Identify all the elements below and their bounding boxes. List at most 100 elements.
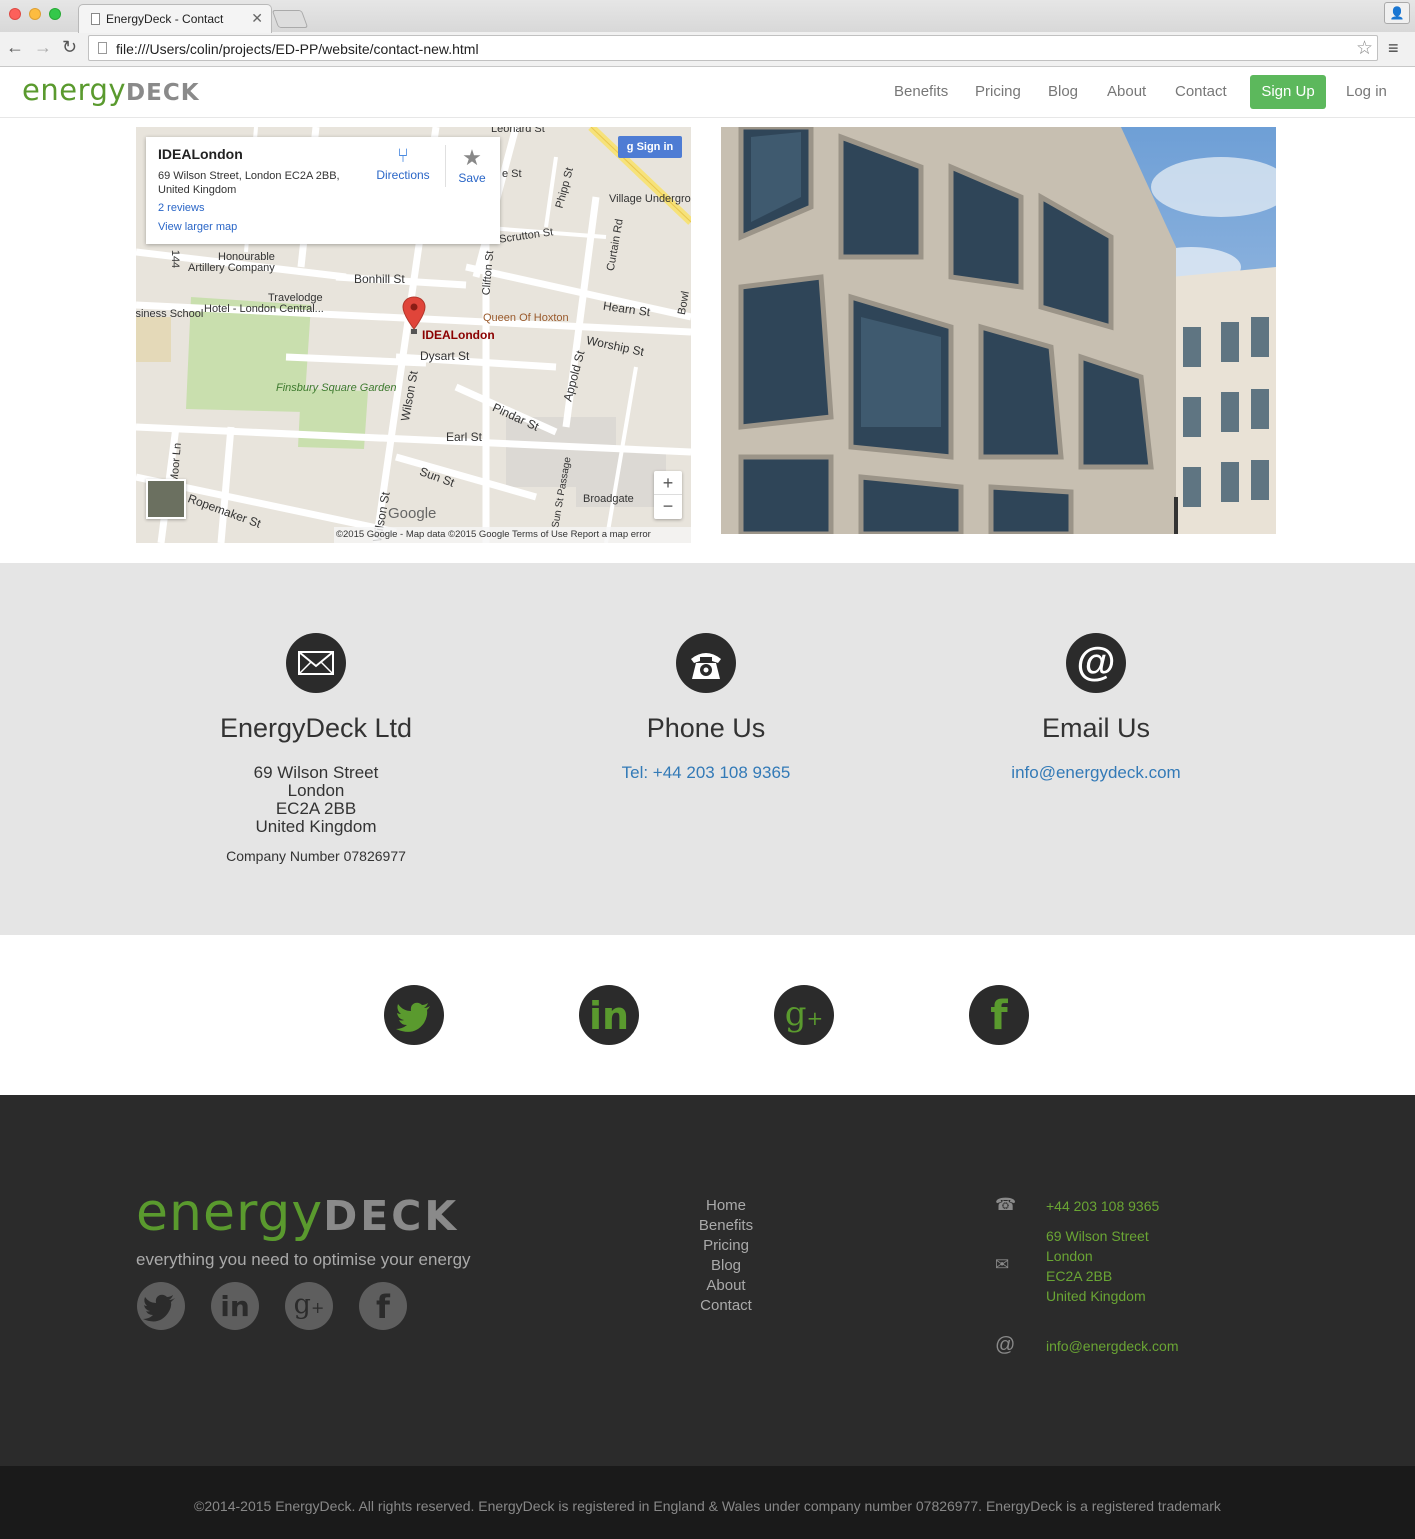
site-navbar: energyDECK Benefits Pricing Blog About C… — [0, 67, 1415, 118]
map-label: Dysart St — [420, 349, 470, 363]
googleplus-icon: g+ — [293, 1289, 325, 1320]
footer-googleplus-button[interactable]: g+ — [285, 1282, 333, 1330]
company-title: EnergyDeck Ltd — [219, 713, 413, 743]
logo-deck: DECK — [126, 80, 200, 106]
linkedin-icon: in — [220, 1290, 250, 1323]
map-label: Queen Of Hoxton — [483, 312, 569, 324]
signup-button[interactable]: Sign Up — [1250, 75, 1326, 109]
forward-icon[interactable]: → — [34, 37, 52, 58]
satellite-toggle[interactable] — [146, 479, 186, 519]
footer-logo[interactable]: energyDECK — [136, 1187, 459, 1242]
contact-section: EnergyDeck Ltd 69 Wilson Street London E… — [0, 563, 1415, 935]
directions-label: Directions — [376, 168, 430, 182]
copyright-bar: ©2014-2015 EnergyDeck. All rights reserv… — [0, 1466, 1415, 1539]
building-illustration — [721, 127, 1276, 534]
email-link[interactable]: info@energydeck.com — [936, 764, 1256, 782]
profile-icon[interactable]: 👤 — [1384, 2, 1410, 24]
menu-icon[interactable]: ≡ — [1388, 38, 1399, 59]
bookmark-star-icon[interactable]: ☆ — [1356, 37, 1373, 60]
map-label: Artillery Company — [188, 262, 275, 274]
linkedin-icon: in — [588, 994, 630, 1038]
footer-at-icon: @ — [995, 1334, 1016, 1356]
close-window-button[interactable] — [9, 8, 21, 20]
place-card: IDEALondon 69 Wilson Street, London EC2A… — [146, 137, 500, 244]
twitter-button[interactable] — [384, 985, 444, 1045]
footer-twitter-button[interactable] — [137, 1282, 185, 1330]
footer-logo-energy: energy — [136, 1183, 324, 1243]
zoom-out-button[interactable]: − — [654, 495, 682, 519]
footer-envelope-icon: ✉ — [995, 1255, 1010, 1274]
tab-strip: EnergyDeck - Contact ✕ 👤 — [0, 0, 1415, 33]
email-title: Email Us — [1041, 713, 1150, 743]
logo[interactable]: energyDECK — [22, 73, 200, 107]
footer-logo-deck: DECK — [323, 1192, 460, 1240]
larger-map-link[interactable]: View larger map — [158, 221, 237, 233]
footer-address-line4: United Kingdom — [1046, 1288, 1146, 1304]
footer-phone[interactable]: +44 203 108 9365 — [1046, 1196, 1159, 1216]
map-label: Broadgate — [583, 493, 634, 505]
divider — [445, 145, 446, 187]
close-tab-icon[interactable]: ✕ — [251, 10, 263, 27]
footer-link-pricing[interactable]: Pricing — [650, 1237, 802, 1254]
nav-contact[interactable]: Contact — [1175, 83, 1227, 100]
zoom-control: + − — [654, 471, 682, 519]
reviews-link[interactable]: 2 reviews — [158, 202, 204, 214]
address-bar[interactable]: file:///Users/colin/projects/ED-PP/websi… — [88, 35, 1378, 61]
facebook-button[interactable]: f — [969, 985, 1029, 1045]
back-icon[interactable]: ← — [6, 37, 24, 58]
footer-link-blog[interactable]: Blog — [650, 1257, 802, 1274]
nav-login[interactable]: Log in — [1346, 83, 1387, 100]
footer-link-contact[interactable]: Contact — [650, 1297, 802, 1314]
map-label: Hotel - London Central... — [204, 303, 324, 315]
googleplus-button[interactable]: g+ — [774, 985, 834, 1045]
company-address-line1: 69 Wilson Street — [253, 763, 379, 782]
google-g-icon: g — [626, 141, 634, 153]
twitter-icon — [143, 1294, 175, 1322]
googleplus-icon: g+ — [784, 994, 824, 1034]
reload-icon[interactable]: ↻ — [62, 37, 77, 58]
map-label: e St — [502, 168, 522, 180]
map-attribution: ©2015 Google - Map data ©2015 Google Ter… — [334, 527, 691, 543]
browser-chrome: EnergyDeck - Contact ✕ 👤 ← → ↻ file:///U… — [0, 0, 1415, 67]
building-photo — [721, 127, 1276, 534]
save-label: Save — [458, 171, 486, 185]
nav-about[interactable]: About — [1107, 83, 1146, 100]
page-icon — [91, 13, 100, 25]
footer-link-home[interactable]: Home — [650, 1197, 802, 1214]
linkedin-button[interactable]: in — [579, 985, 639, 1045]
envelope-icon — [298, 651, 334, 675]
map-label: Finsbury Square Garden — [276, 382, 397, 394]
nav-benefits[interactable]: Benefits — [894, 83, 948, 100]
signin-label: Sign in — [636, 141, 674, 153]
minimize-window-button[interactable] — [29, 8, 41, 20]
facebook-icon: f — [376, 1288, 390, 1326]
google-map[interactable]: Leonard St Honourable Artillery Company … — [136, 127, 691, 543]
google-logo: Google — [388, 505, 437, 522]
company-address-line4: United Kingdom — [255, 817, 377, 836]
nav-pricing[interactable]: Pricing — [975, 83, 1021, 100]
logo-energy: energy — [22, 73, 127, 107]
footer-link-about[interactable]: About — [650, 1277, 802, 1294]
phone-link[interactable]: Tel: +44 203 108 9365 — [546, 764, 866, 782]
phone-icon-circle — [676, 633, 736, 693]
zoom-in-button[interactable]: + — [654, 471, 682, 495]
envelope-icon-circle — [286, 633, 346, 693]
at-icon-circle: @ — [1066, 633, 1126, 693]
map-label: Bonhill St — [354, 272, 405, 286]
nav-blog[interactable]: Blog — [1048, 83, 1078, 100]
place-name: IDEALondon — [158, 146, 243, 162]
url-text: file:///Users/colin/projects/ED-PP/websi… — [116, 41, 479, 57]
browser-tab[interactable]: EnergyDeck - Contact ✕ — [78, 4, 272, 33]
new-tab-button[interactable] — [271, 10, 309, 28]
maximize-window-button[interactable] — [49, 8, 61, 20]
footer-link-benefits[interactable]: Benefits — [650, 1217, 802, 1234]
map-signin-button[interactable]: g Sign in — [618, 136, 682, 158]
footer-facebook-button[interactable]: f — [359, 1282, 407, 1330]
footer-email[interactable]: info@energdeck.com — [1046, 1336, 1179, 1356]
footer-address-line3: EC2A 2BB — [1046, 1268, 1113, 1284]
page-icon — [98, 42, 107, 54]
directions-button[interactable]: ⑂ Directions — [368, 145, 438, 195]
map-label: 144 — [169, 249, 182, 269]
save-button[interactable]: ★ Save — [451, 145, 493, 195]
footer-linkedin-button[interactable]: in — [211, 1282, 259, 1330]
